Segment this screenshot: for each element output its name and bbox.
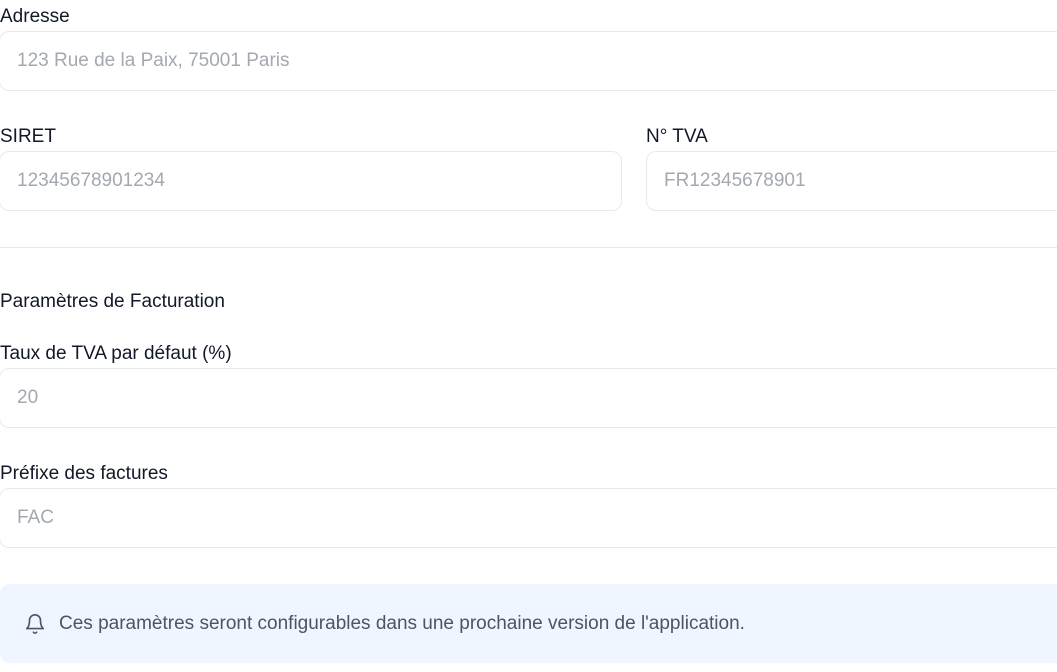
tva-number-label: N° TVA bbox=[646, 126, 708, 147]
billing-section-title: Paramètres de Facturation bbox=[0, 291, 225, 312]
invoice-prefix-input[interactable] bbox=[17, 507, 1051, 529]
siret-field-wrapper bbox=[0, 151, 622, 211]
settings-form: Adresse SIRET N° TVA Paramètres de Factu… bbox=[0, 0, 1057, 672]
vat-rate-label: Taux de TVA par défaut (%) bbox=[0, 343, 232, 364]
section-divider bbox=[0, 247, 1057, 248]
address-field-wrapper bbox=[0, 31, 1057, 91]
vat-rate-input[interactable] bbox=[17, 387, 1051, 409]
info-notice: Ces paramètres seront configurables dans… bbox=[0, 584, 1057, 663]
tva-number-input[interactable] bbox=[664, 170, 1057, 192]
notice-text: Ces paramètres seront configurables dans… bbox=[59, 612, 745, 634]
address-label: Adresse bbox=[0, 6, 70, 27]
siret-input[interactable] bbox=[17, 170, 604, 192]
vat-rate-field-wrapper bbox=[0, 368, 1057, 428]
siret-label: SIRET bbox=[0, 126, 56, 147]
invoice-prefix-label: Préfixe des factures bbox=[0, 463, 168, 484]
tva-number-field-wrapper bbox=[646, 151, 1057, 211]
address-input[interactable] bbox=[17, 50, 1051, 72]
invoice-prefix-field-wrapper bbox=[0, 488, 1057, 548]
bell-icon bbox=[24, 613, 46, 635]
